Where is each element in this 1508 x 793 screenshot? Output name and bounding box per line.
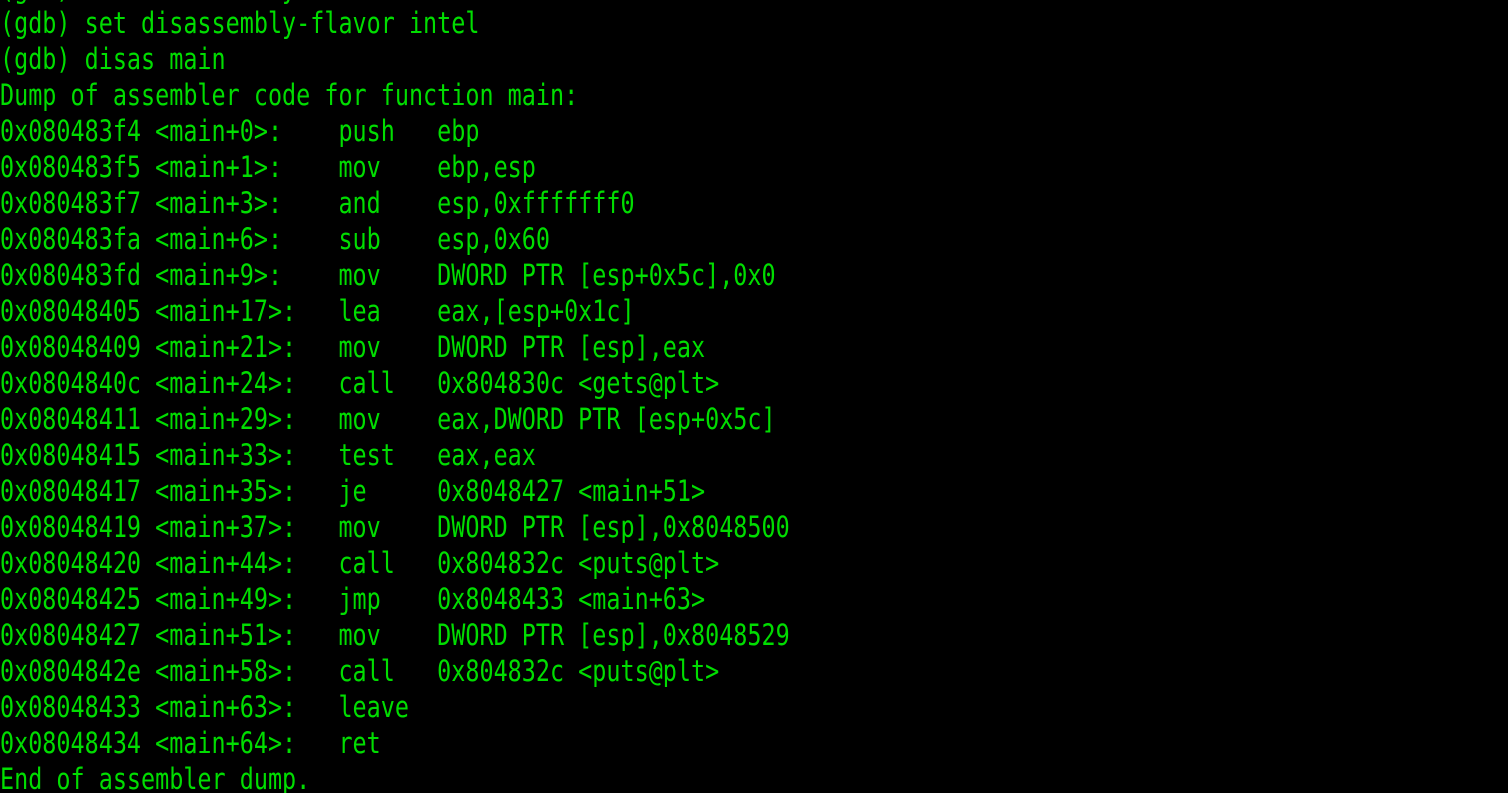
instruction-line: 0x08048415 <main+33>: test eax,eax: [0, 438, 536, 472]
instruction-line: 0x08048420 <main+44>: call 0x804832c <pu…: [0, 546, 720, 580]
instruction-line: 0x08048427 <main+51>: mov DWORD PTR [esp…: [0, 618, 790, 652]
instruction-line: 0x080483fa <main+6>: sub esp,0x60: [0, 222, 550, 256]
instruction-line: 0x08048434 <main+64>: ret: [0, 726, 381, 760]
instruction-line: 0x080483f7 <main+3>: and esp,0xfffffff0: [0, 186, 635, 220]
instruction-line: 0x08048409 <main+21>: mov DWORD PTR [esp…: [0, 330, 706, 364]
command-line: (gdb) disas main: [0, 42, 226, 76]
terminal-output-rows: (gdb) set disassembly-flavor intel (gdb) …: [0, 5, 978, 793]
instruction-line: 0x08048417 <main+35>: je 0x8048427 <main…: [0, 474, 706, 508]
instruction-line: 0x08048433 <main+63>: leave: [0, 690, 409, 724]
instruction-line: 0x080483f4 <main+0>: push ebp: [0, 114, 480, 148]
instruction-line: 0x08048411 <main+29>: mov eax,DWORD PTR …: [0, 402, 776, 436]
instruction-line: 0x0804840c <main+24>: call 0x804830c <ge…: [0, 366, 720, 400]
instruction-line: 0x08048419 <main+37>: mov DWORD PTR [esp…: [0, 510, 790, 544]
instruction-line: 0x08048425 <main+49>: jmp 0x8048433 <mai…: [0, 582, 706, 616]
disassembly-header: Dump of assembler code for function main…: [0, 78, 579, 112]
instruction-line: 0x080483f5 <main+1>: mov ebp,esp: [0, 150, 536, 184]
gdb-terminal-window[interactable]: (gdb) set disassembly-flavor intel (gdb)…: [0, 0, 1508, 793]
instruction-line: 0x0804842e <main+58>: call 0x804832c <pu…: [0, 654, 720, 688]
instruction-line: 0x08048405 <main+17>: lea eax,[esp+0x1c]: [0, 294, 635, 328]
disassembly-footer: End of assembler dump.: [0, 762, 311, 793]
command-line: (gdb) set disassembly-flavor intel: [0, 6, 480, 40]
instruction-line: 0x080483fd <main+9>: mov DWORD PTR [esp+…: [0, 258, 776, 292]
